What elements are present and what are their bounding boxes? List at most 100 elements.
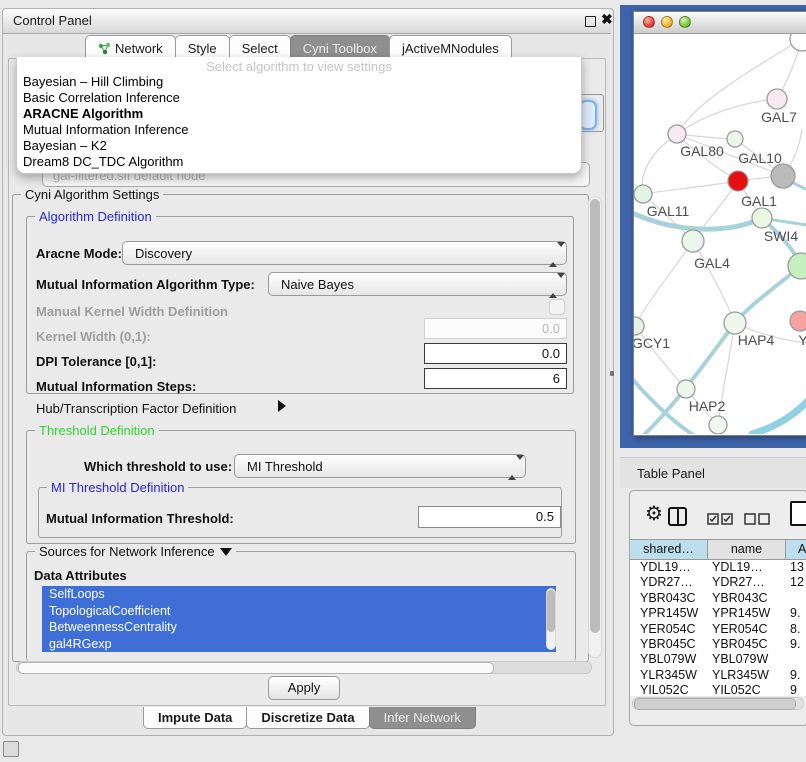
tab-network[interactable]: Network [85,35,176,59]
column-header-2[interactable]: name [708,539,786,560]
bottom-tab-infer-network[interactable]: Infer Network [369,707,476,729]
table-row[interactable]: YIL052CYIL052C9 [630,683,806,696]
mi-type-combo[interactable]: Naive Bayes [268,272,567,296]
table-row[interactable]: YDR27…YDR27…12 [630,575,806,590]
hub-definition-label: Hub/Transcription Factor Definition [36,401,236,416]
network-node-label: GAL80 [680,143,724,159]
bottom-tab-impute-data[interactable]: Impute Data [143,707,247,729]
network-node[interactable] [771,164,795,188]
unchecked-pair-icon[interactable] [744,513,770,525]
network-node[interactable] [634,185,652,203]
table-row[interactable]: YER054CYER054C8. [630,622,806,637]
mi-threshold-label: Mutual Information Threshold: [46,511,234,526]
mi-threshold-field[interactable]: 0.5 [418,506,561,528]
network-node[interactable] [634,317,644,335]
document-icon[interactable] [790,501,806,526]
column-header-3[interactable]: A [786,539,806,560]
table-cell: YPR145W [630,606,708,621]
zoom-traffic-light[interactable] [679,16,691,28]
column-header-1[interactable]: shared… [630,539,708,560]
network-node[interactable] [790,34,806,51]
data-attribute-item[interactable]: TopologicalCoefficient [42,603,556,620]
tab-select[interactable]: Select [229,35,291,59]
network-edge [752,394,806,434]
table-row[interactable]: YBR045CYBR045C9. [630,637,806,652]
network-node[interactable] [724,312,746,334]
table-cell: YPR145W [708,606,786,621]
network-node-label: GAL1 [741,193,777,209]
table-cell: 8. [786,622,800,637]
network-node-label: SWI4 [764,228,798,244]
close-traffic-light[interactable] [643,16,655,28]
network-node[interactable] [752,208,772,228]
checked-pair-icon[interactable] [707,513,733,525]
algorithm-option[interactable]: Basic Correlation Inference [17,90,581,106]
combo-stepper-icon [508,460,516,475]
network-window-titlebar[interactable] [634,12,806,34]
table-row[interactable]: YLR345WYLR345W9. [630,668,806,683]
kernel-width-field[interactable]: 0.0 [424,318,567,339]
split-columns-icon[interactable] [668,507,687,526]
table-cell: YDR27… [630,575,708,590]
cyni-algorithm-settings-legend: Cyni Algorithm Settings [21,187,163,202]
network-node-label: GAL10 [738,150,782,166]
data-attributes-list[interactable]: SelfLoopsTopologicalCoefficientBetweenne… [42,586,556,652]
network-node[interactable] [682,230,704,252]
control-panel-titlebar[interactable]: Control Panel ✖ [3,9,611,34]
network-node-label: GAL7 [761,109,797,125]
sources-legend[interactable]: Sources for Network Inference [35,544,236,559]
table-cell: 9. [786,668,800,683]
network-edge [635,241,693,326]
table-row[interactable]: YDL19…YDL19…13 [630,560,806,575]
bottom-tab-discretize-data[interactable]: Discretize Data [246,707,369,729]
network-node[interactable] [727,131,743,147]
dpi-tolerance-field[interactable]: 0.0 [424,343,567,364]
combo-stepper-icon [549,247,557,262]
tab-jactivemnodules[interactable]: jActiveMNodules [389,35,512,59]
table-cell: YBR045C [630,637,708,652]
algorithm-option[interactable]: Mutual Information Inference [17,122,581,138]
table-cell: YER054C [708,622,786,637]
data-attribute-item[interactable]: BetweennessCentrality [42,619,556,636]
network-node[interactable] [767,89,787,109]
table-cell: YIL052C [630,683,708,696]
algorithm-option[interactable]: Bayesian – Hill Climbing [17,74,581,90]
network-edge [693,241,735,323]
network-node-label: HAP4 [738,332,775,348]
which-threshold-combo[interactable]: MI Threshold [234,454,526,478]
data-attribute-item[interactable]: SelfLoops [42,586,556,603]
table-hscrollbar-thumb[interactable] [634,698,796,710]
control-panel-title: Control Panel [13,13,92,28]
network-node[interactable] [728,171,748,191]
table-row[interactable]: YPR145WYPR145W9. [630,606,806,621]
manual-kernel-checkbox[interactable] [549,299,565,315]
data-attribute-item[interactable]: gal4RGexp [42,636,556,653]
split-pane-handle[interactable] [610,371,614,376]
algorithm-option[interactable]: Dream8 DC_TDC Algorithm [17,154,581,170]
attributes-scrollbar-thumb[interactable] [547,590,555,632]
apply-button[interactable]: Apply [268,676,340,700]
close-icon[interactable]: ✖ [601,11,613,28]
tab-cyni-toolbox[interactable]: Cyni Toolbox [290,35,390,59]
aracne-mode-combo[interactable]: Discovery [122,241,567,265]
settings-scrollbar-thumb[interactable] [590,199,600,633]
settings-hscrollbar-thumb[interactable] [18,662,494,674]
disclosure-collapsed-icon[interactable] [278,400,286,412]
network-node[interactable] [790,311,806,331]
minimized-panel-icon[interactable] [3,741,19,757]
algorithm-option[interactable]: Bayesian – K2 [17,138,581,154]
table-panel-titlebar[interactable]: Table Panel [620,457,806,488]
mi-steps-field[interactable]: 6 [424,368,567,389]
network-node[interactable] [677,380,695,398]
gear-icon[interactable]: ⚙ [645,504,663,524]
table-row[interactable]: YBL079WYBL079W [630,652,806,667]
algorithm-option[interactable]: ARACNE Algorithm [17,106,581,122]
network-node[interactable] [709,416,727,434]
tab-style[interactable]: Style [175,35,230,59]
float-window-icon[interactable] [585,16,596,27]
minimize-traffic-light[interactable] [661,16,673,28]
network-canvas[interactable]: GAL7GAL80GAL10GAL1GAL11SWI4GAL4GCY1HAP4Y… [634,34,806,434]
network-node[interactable] [668,125,686,143]
table-row[interactable]: YBR043CYBR043C [630,591,806,606]
aracne-mode-value: Discovery [135,246,192,261]
